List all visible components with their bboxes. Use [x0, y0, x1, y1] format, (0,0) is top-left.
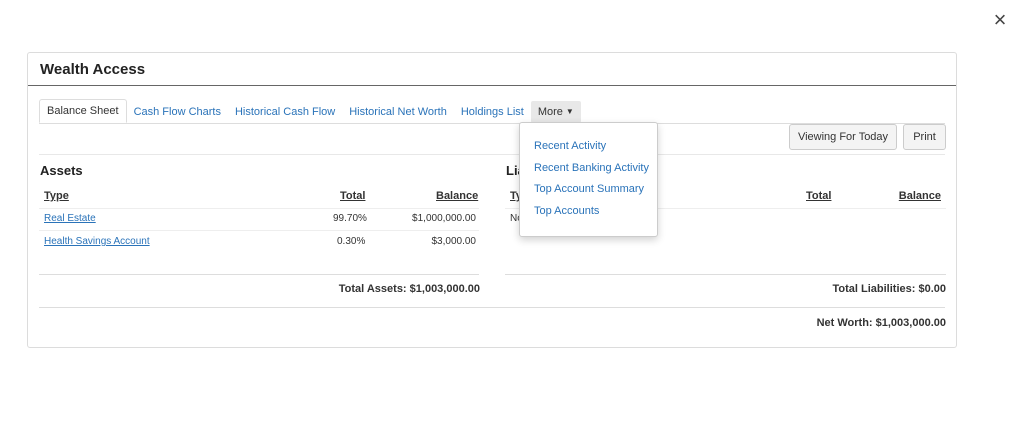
- asset-total: 0.30%: [337, 236, 366, 247]
- print-button[interactable]: Print: [903, 124, 946, 150]
- asset-type-link[interactable]: Real Estate: [44, 213, 96, 224]
- assets-header-type[interactable]: Type: [44, 190, 69, 202]
- asset-total: 99.70%: [333, 213, 367, 224]
- caret-down-icon: ▼: [565, 107, 574, 116]
- menu-item-recent-banking-activity[interactable]: Recent Banking Activity: [534, 162, 649, 174]
- net-worth-divider: [39, 307, 945, 308]
- tab-bar: Balance Sheet Cash Flow Charts Historica…: [39, 99, 581, 123]
- table-row-divider: [39, 230, 479, 231]
- liabilities-header-balance[interactable]: Balance: [888, 190, 941, 202]
- tab-holdings-list[interactable]: Holdings List: [454, 101, 531, 123]
- menu-item-top-accounts[interactable]: Top Accounts: [534, 205, 599, 217]
- assets-title: Assets: [40, 163, 83, 178]
- panel-title: Wealth Access: [40, 61, 146, 78]
- viewing-for-today-button[interactable]: Viewing For Today: [789, 124, 897, 150]
- menu-item-top-account-summary[interactable]: Top Account Summary: [534, 183, 644, 195]
- close-icon[interactable]: ×: [988, 8, 1012, 32]
- total-liabilities: Total Liabilities: $0.00: [832, 283, 947, 295]
- asset-type-link[interactable]: Health Savings Account: [44, 236, 150, 247]
- tab-balance-sheet[interactable]: Balance Sheet: [39, 99, 127, 123]
- more-dropdown-menu: Recent Activity Recent Banking Activity …: [519, 122, 658, 237]
- wealth-access-panel: Wealth Access Balance Sheet Cash Flow Ch…: [27, 52, 957, 348]
- asset-balance: $3,000.00: [431, 236, 477, 247]
- tab-cash-flow-charts[interactable]: Cash Flow Charts: [127, 101, 228, 123]
- tab-more[interactable]: More ▼: [530, 101, 581, 123]
- title-divider: [28, 85, 956, 86]
- asset-balance: $1,000,000.00: [412, 213, 476, 224]
- total-assets: Total Assets: $1,003,000.00: [338, 283, 480, 295]
- tab-historical-net-worth[interactable]: Historical Net Worth: [342, 101, 454, 123]
- assets-header-total[interactable]: Total: [340, 190, 365, 202]
- tab-more-label: More: [537, 106, 563, 118]
- assets-header-divider: [39, 208, 479, 209]
- tab-historical-cash-flow[interactable]: Historical Cash Flow: [228, 101, 342, 123]
- liabilities-header-total[interactable]: Total: [806, 190, 831, 202]
- assets-total-divider: [39, 274, 479, 275]
- net-worth: Net Worth: $1,003,000.00: [816, 317, 946, 329]
- menu-item-recent-activity[interactable]: Recent Activity: [534, 140, 606, 152]
- section-divider: [39, 154, 945, 155]
- assets-header-balance[interactable]: Balance: [436, 190, 478, 202]
- liabilities-total-divider: [505, 274, 946, 275]
